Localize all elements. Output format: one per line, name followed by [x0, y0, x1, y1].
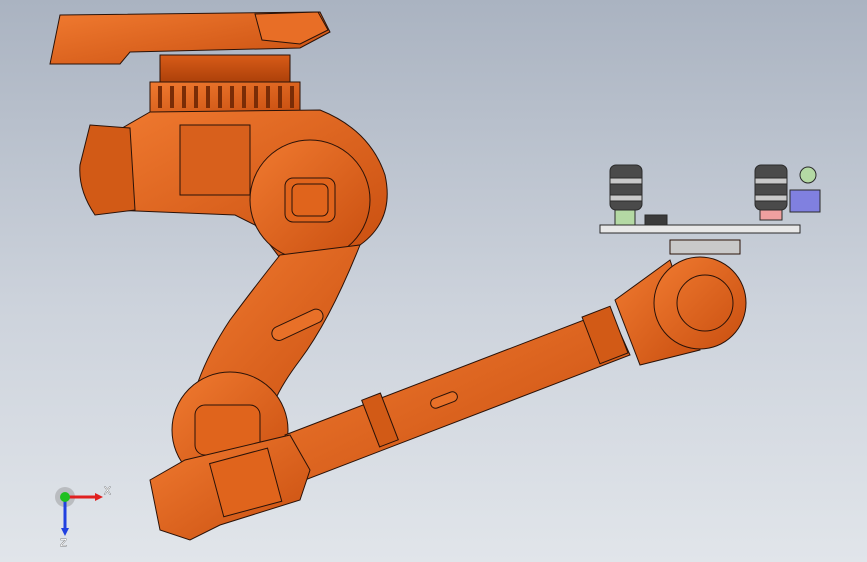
forearm [284, 305, 631, 481]
shoulder-housing [79, 109, 388, 261]
graphics-viewport[interactable]: X Z [0, 0, 867, 562]
wrist-joint [614, 239, 747, 366]
forearm-rear-housing [149, 434, 311, 541]
robot-model-scene[interactable]: X Z [0, 0, 867, 562]
gripper-end-effector [599, 164, 821, 234]
y-axis-dot [60, 492, 70, 502]
turntable-ring [149, 54, 301, 113]
coordinate-triad: X Z [55, 486, 111, 549]
x-axis-label: X [104, 486, 111, 497]
z-axis-label: Z [60, 538, 67, 549]
